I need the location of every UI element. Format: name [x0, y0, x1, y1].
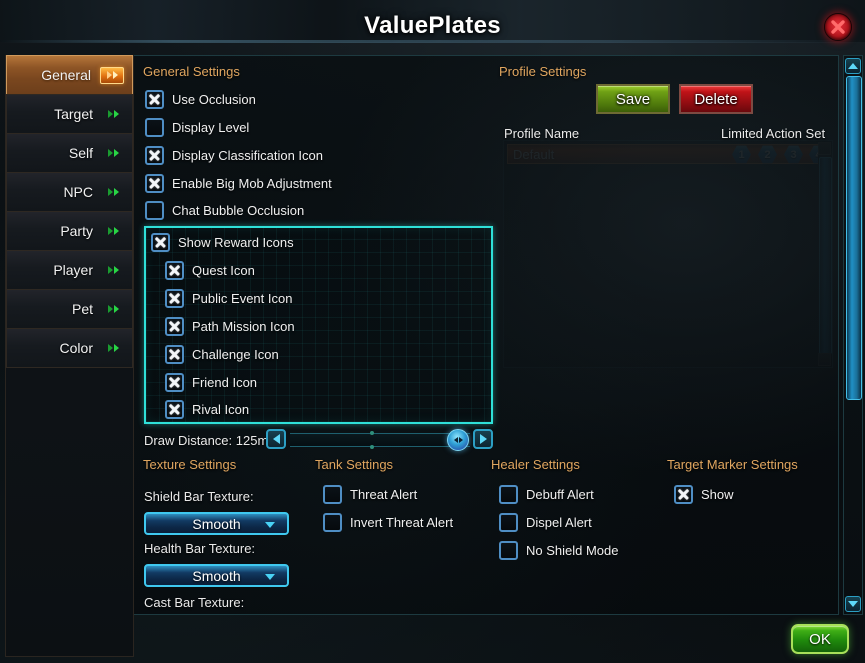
- checkbox-public-event-icon[interactable]: [165, 289, 184, 308]
- slider-decrease-button[interactable]: [266, 429, 286, 449]
- label-public-event-icon: Public Event Icon: [192, 291, 293, 306]
- checkbox-target-marker-show[interactable]: [674, 485, 693, 504]
- label-quest-icon: Quest Icon: [192, 263, 255, 278]
- sidebar-item-label: Color: [59, 340, 93, 356]
- checkbox-display-level[interactable]: [145, 118, 164, 137]
- sidebar-item-label: Target: [54, 106, 93, 122]
- draw-distance-slider-knob[interactable]: [447, 429, 469, 451]
- target-marker-settings-heading: Target Marker Settings: [667, 457, 798, 472]
- tank-settings-heading: Tank Settings: [315, 457, 394, 472]
- checkbox-no-shield-mode[interactable]: [499, 541, 518, 560]
- ok-button[interactable]: OK: [791, 624, 849, 654]
- sidebar-item-label: Self: [68, 145, 93, 161]
- shield-bar-texture-dropdown[interactable]: Smooth: [144, 512, 289, 535]
- chevron-right-icon: [102, 185, 124, 200]
- scroll-up-button[interactable]: [845, 58, 861, 74]
- checkbox-chat-bubble-occlusion[interactable]: [145, 201, 164, 220]
- chevron-right-icon: [102, 107, 124, 122]
- chevron-down-icon: [265, 574, 275, 580]
- chevron-right-icon: [100, 66, 124, 84]
- sidebar-item-label: Party: [60, 223, 93, 239]
- sidebar-item-npc[interactable]: NPC: [6, 172, 133, 212]
- chevron-right-icon: [102, 341, 124, 356]
- healer-settings-heading: Healer Settings: [491, 457, 580, 472]
- checkbox-invert-threat-alert[interactable]: [323, 513, 342, 532]
- sidebar-item-party[interactable]: Party: [6, 211, 133, 251]
- label-threat-alert: Threat Alert: [350, 487, 418, 502]
- checkbox-rival-icon[interactable]: [165, 400, 184, 419]
- close-glyph: [831, 20, 845, 34]
- sidebar-item-label: Player: [53, 262, 93, 278]
- sidebar-item-target[interactable]: Target: [6, 94, 133, 134]
- label-debuff-alert: Debuff Alert: [526, 487, 594, 502]
- sidebar-item-player[interactable]: Player: [6, 250, 133, 290]
- texture-settings-heading: Texture Settings: [143, 457, 237, 472]
- delete-button[interactable]: Delete: [679, 84, 753, 114]
- checkbox-friend-icon[interactable]: [165, 373, 184, 392]
- sidebar-item-color[interactable]: Color: [6, 328, 133, 368]
- page-title: ValuePlates: [364, 12, 501, 39]
- label-enable-big-mob-adjustment: Enable Big Mob Adjustment: [172, 176, 332, 191]
- label-chat-bubble-occlusion: Chat Bubble Occlusion: [172, 203, 305, 218]
- label-friend-icon: Friend Icon: [192, 375, 258, 390]
- scroll-down-button[interactable]: [845, 596, 861, 612]
- chevron-down-icon: [265, 522, 275, 528]
- sidebar: General Target Self NPC Party Player Pet: [5, 55, 134, 657]
- sidebar-item-self[interactable]: Self: [6, 133, 133, 173]
- close-icon[interactable]: [824, 13, 852, 41]
- sidebar-item-label: Pet: [71, 301, 93, 317]
- checkbox-display-classification-icon[interactable]: [145, 146, 164, 165]
- sidebar-item-general[interactable]: General: [6, 55, 133, 95]
- sidebar-item-label: NPC: [63, 184, 93, 200]
- checkbox-threat-alert[interactable]: [323, 485, 342, 504]
- profile-settings-heading: Profile Settings: [499, 64, 587, 79]
- save-button[interactable]: Save: [596, 84, 670, 114]
- sidebar-item-label: General: [41, 67, 91, 83]
- cast-bar-texture-label: Cast Bar Texture:: [144, 595, 245, 610]
- slider-increase-button[interactable]: [473, 429, 493, 449]
- app-root: ValuePlates General Target Self NPC Part…: [0, 0, 865, 663]
- health-bar-texture-dropdown[interactable]: Smooth: [144, 564, 289, 587]
- draw-distance-slider-track[interactable]: [290, 431, 470, 449]
- checkbox-challenge-icon[interactable]: [165, 345, 184, 364]
- general-settings-heading: General Settings: [143, 64, 240, 79]
- label-dispel-alert: Dispel Alert: [526, 515, 592, 530]
- shield-bar-texture-value: Smooth: [192, 515, 241, 532]
- shield-bar-texture-label: Shield Bar Texture:: [144, 489, 254, 504]
- checkbox-path-mission-icon[interactable]: [165, 317, 184, 336]
- draw-distance-label: Draw Distance: 125m: [144, 433, 269, 448]
- profile-name-column-header: Profile Name: [504, 126, 580, 141]
- health-bar-texture-value: Smooth: [192, 567, 241, 584]
- checkbox-quest-icon[interactable]: [165, 261, 184, 280]
- chevron-right-icon: [102, 302, 124, 317]
- sidebar-item-pet[interactable]: Pet: [6, 289, 133, 329]
- label-path-mission-icon: Path Mission Icon: [192, 319, 295, 334]
- checkbox-use-occlusion[interactable]: [145, 90, 164, 109]
- label-no-shield-mode: No Shield Mode: [526, 543, 619, 558]
- checkbox-debuff-alert[interactable]: [499, 485, 518, 504]
- slider-tick-bottom: [370, 445, 374, 449]
- health-bar-texture-label: Health Bar Texture:: [144, 541, 256, 556]
- main-scrollbar[interactable]: [843, 55, 863, 615]
- slider-tick-top: [370, 431, 374, 435]
- label-display-level: Display Level: [172, 120, 250, 135]
- label-challenge-icon: Challenge Icon: [192, 347, 279, 362]
- scroll-thumb[interactable]: [846, 76, 862, 400]
- label-display-classification-icon: Display Classification Icon: [172, 148, 324, 163]
- chevron-right-icon: [102, 224, 124, 239]
- checkbox-enable-big-mob-adjustment[interactable]: [145, 174, 164, 193]
- limited-action-set-column-header: Limited Action Set: [721, 126, 826, 141]
- main-panel: General Settings Use Occlusion Display L…: [133, 55, 839, 615]
- checkbox-show-reward-icons[interactable]: [151, 233, 170, 252]
- title-bar: ValuePlates: [0, 5, 865, 50]
- reward-icons-group: Show Reward Icons Quest Icon Public Even…: [144, 226, 493, 424]
- label-target-marker-show: Show: [701, 487, 734, 502]
- checkbox-dispel-alert[interactable]: [499, 513, 518, 532]
- label-use-occlusion: Use Occlusion: [172, 92, 256, 107]
- chevron-right-icon: [102, 146, 124, 161]
- label-rival-icon: Rival Icon: [192, 402, 250, 417]
- label-invert-threat-alert: Invert Threat Alert: [350, 515, 454, 530]
- chevron-right-icon: [102, 263, 124, 278]
- label-show-reward-icons: Show Reward Icons: [178, 235, 294, 250]
